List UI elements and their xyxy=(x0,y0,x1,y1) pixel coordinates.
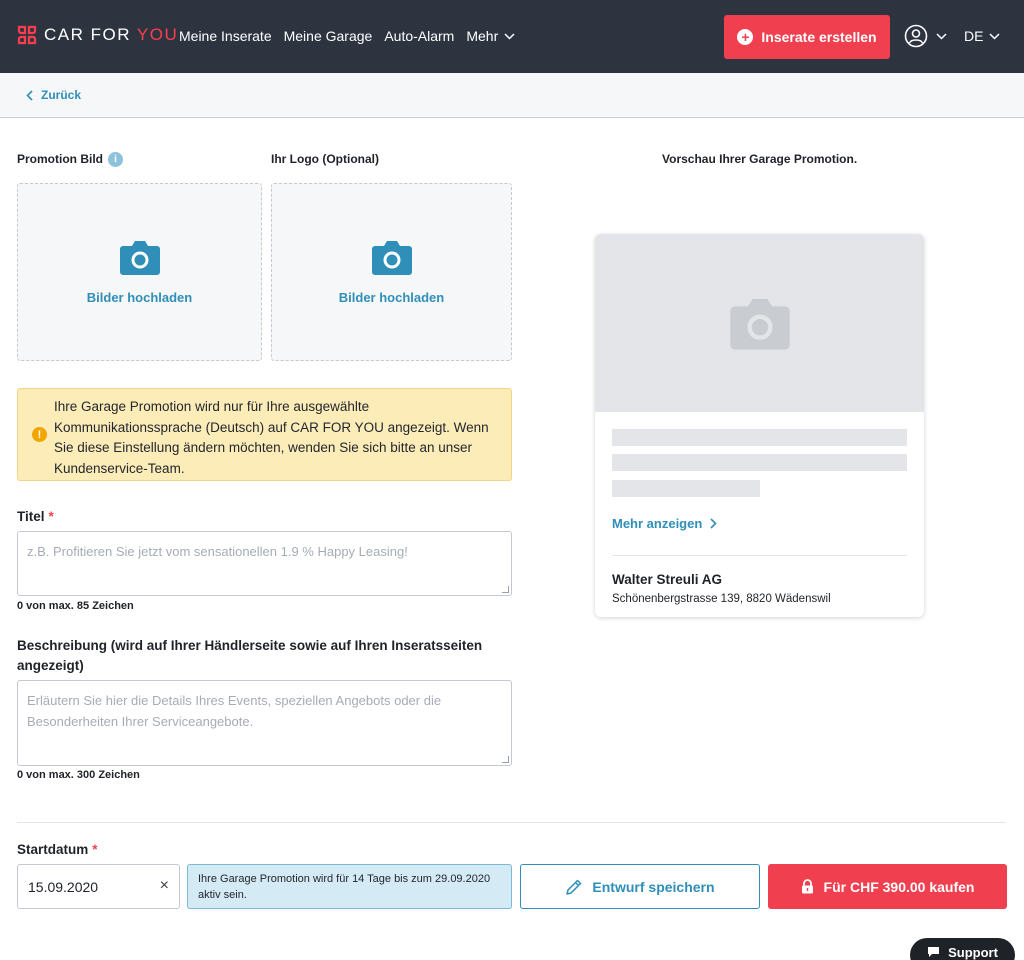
language-label: DE xyxy=(964,28,984,44)
chevron-down-icon xyxy=(504,32,515,40)
back-link[interactable]: Zurück xyxy=(26,88,81,102)
support-button[interactable]: Support xyxy=(910,938,1015,960)
preview-card: Mehr anzeigen Walter Streuli AG Schönenb… xyxy=(595,234,924,617)
buy-button[interactable]: Für CHF 390.00 kaufen xyxy=(768,864,1007,909)
chat-icon xyxy=(928,947,940,957)
duration-note: Ihre Garage Promotion wird für 14 Tage b… xyxy=(187,864,512,909)
title-placeholder: z.B. Profitieren Sie jetzt vom sensation… xyxy=(27,544,408,559)
show-more-link[interactable]: Mehr anzeigen xyxy=(612,516,717,531)
pencil-icon xyxy=(566,879,582,895)
carforyou-logo[interactable]: CAR FOR YOU xyxy=(16,24,178,46)
logo-text: CAR FOR YOU xyxy=(44,25,179,44)
camera-icon xyxy=(371,241,412,275)
chevron-left-icon xyxy=(26,89,33,101)
user-menu[interactable] xyxy=(904,24,947,48)
top-navigation-bar: CAR FOR YOU Meine Inserate Meine Garage … xyxy=(0,0,1024,73)
nav-my-garage[interactable]: Meine Garage xyxy=(284,28,373,44)
divider xyxy=(612,555,907,556)
company-name: Walter Streuli AG xyxy=(612,572,723,587)
nav-more-label: Mehr xyxy=(466,28,499,44)
title-input[interactable]: z.B. Profitieren Sie jetzt vom sensation… xyxy=(17,531,512,596)
required-marker: * xyxy=(92,842,98,857)
show-more-label: Mehr anzeigen xyxy=(612,516,703,531)
chevron-down-icon xyxy=(936,32,947,40)
support-label: Support xyxy=(948,944,998,960)
plus-circle-icon: + xyxy=(737,29,754,45)
nav-my-listings[interactable]: Meine Inserate xyxy=(179,28,272,44)
create-listing-button[interactable]: + Inserate erstellen xyxy=(724,15,890,59)
upload-label: Bilder hochladen xyxy=(338,290,445,305)
lock-icon xyxy=(801,879,813,894)
logo-mark-icon xyxy=(17,25,37,45)
logo-upload[interactable]: Bilder hochladen xyxy=(271,183,512,361)
preview-heading: Vorschau Ihrer Garage Promotion. xyxy=(662,152,858,166)
nav-auto-alarm[interactable]: Auto-Alarm xyxy=(384,28,454,44)
camera-icon xyxy=(729,298,790,350)
description-placeholder: Erläutern Sie hier die Details Ihres Eve… xyxy=(27,693,442,729)
language-selector[interactable]: DE xyxy=(964,28,1000,44)
clear-date-icon[interactable]: × xyxy=(160,877,169,895)
description-label: Beschreibung (wird auf Ihrer Händlerseit… xyxy=(17,638,483,673)
description-counter: 0 von max. 300 Zeichen xyxy=(17,769,140,781)
notice-text: Ihre Garage Promotion wird nur für Ihre … xyxy=(54,399,489,476)
promotion-image-upload[interactable]: Bilder hochladen xyxy=(17,183,262,361)
company-address: Schönenbergstrasse 139, 8820 Wädenswil xyxy=(612,593,831,605)
description-input[interactable]: Erläutern Sie hier die Details Ihres Eve… xyxy=(17,680,512,766)
start-date-input[interactable]: 15.09.2020 × xyxy=(17,864,180,909)
title-label: Titel * xyxy=(17,509,54,524)
camera-icon xyxy=(119,241,160,275)
chevron-down-icon xyxy=(989,32,1000,40)
preview-image-placeholder xyxy=(595,234,924,412)
chevron-right-icon xyxy=(710,518,717,529)
section-divider xyxy=(17,822,1006,823)
skeleton-line xyxy=(612,480,760,497)
start-date-value: 15.09.2020 xyxy=(28,879,99,895)
back-label: Zurück xyxy=(41,88,82,102)
buy-label: Für CHF 390.00 kaufen xyxy=(823,878,975,895)
create-listing-label: Inserate erstellen xyxy=(761,29,877,45)
resize-handle[interactable] xyxy=(502,586,509,593)
save-draft-button[interactable]: Entwurf speichern xyxy=(520,864,760,909)
warning-icon: ! xyxy=(32,427,47,442)
language-notice: ! Ihre Garage Promotion wird nur für Ihr… xyxy=(17,388,512,481)
logo-label: Ihr Logo (Optional) xyxy=(271,152,379,166)
promotion-image-label: Promotion Bild i xyxy=(17,152,123,168)
nav-more-dropdown[interactable]: Mehr xyxy=(466,28,515,44)
title-counter: 0 von max. 85 Zeichen xyxy=(17,600,134,612)
skeleton-line xyxy=(612,454,907,471)
promotion-image-label-text: Promotion Bild xyxy=(17,152,103,166)
resize-handle[interactable] xyxy=(502,756,509,763)
user-avatar-icon xyxy=(904,24,928,48)
start-date-label-text: Startdatum xyxy=(17,842,89,857)
required-marker: * xyxy=(48,509,54,524)
skeleton-line xyxy=(612,429,907,446)
info-icon[interactable]: i xyxy=(108,152,123,168)
main-nav: Meine Inserate Meine Garage Auto-Alarm M… xyxy=(179,28,515,44)
upload-label: Bilder hochladen xyxy=(86,290,193,305)
title-label-text: Titel xyxy=(17,509,45,524)
save-draft-label: Entwurf speichern xyxy=(592,878,715,895)
back-bar: Zurück xyxy=(0,73,1024,118)
start-date-label: Startdatum * xyxy=(17,842,98,857)
